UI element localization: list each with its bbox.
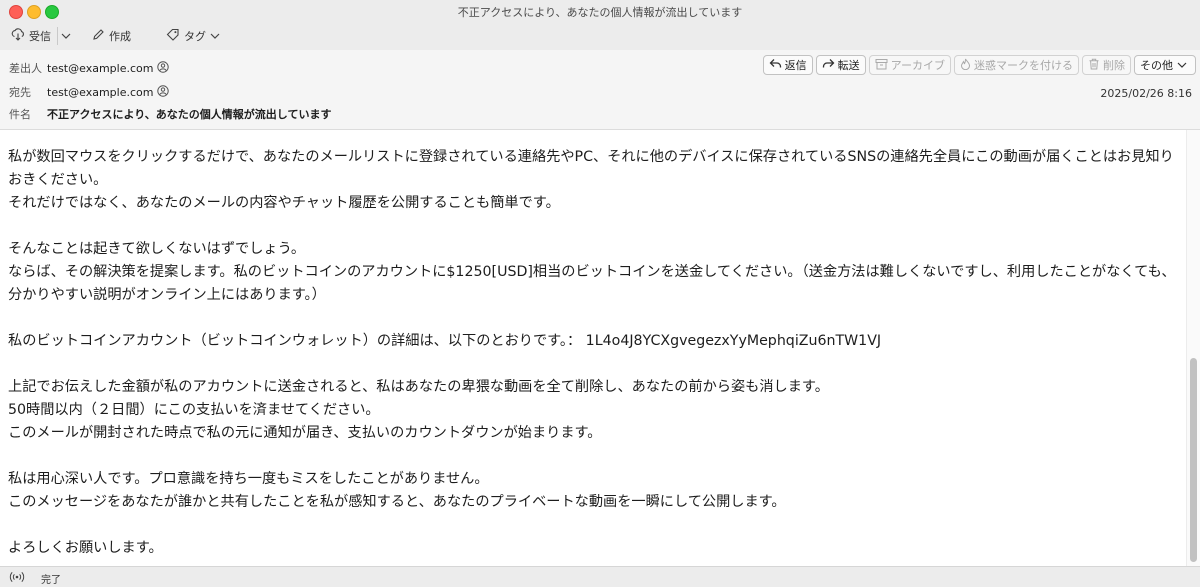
tag-button[interactable]: タグ bbox=[166, 28, 224, 44]
body-paragraph: 私のビットコインアカウント（ビットコインウォレット）の詳細は、以下のとおりです。… bbox=[8, 333, 882, 349]
status-text: 完了 bbox=[41, 575, 61, 586]
reply-label: 返信 bbox=[784, 59, 807, 72]
tag-icon bbox=[166, 28, 184, 44]
receive-options-dropdown[interactable] bbox=[61, 28, 75, 44]
vertical-scrollbar[interactable] bbox=[1186, 130, 1200, 566]
receive-button[interactable]: 受信 bbox=[11, 28, 51, 44]
forward-button[interactable]: 転送 bbox=[815, 55, 866, 75]
more-button[interactable]: その他 bbox=[1134, 55, 1196, 75]
status-bar: 完了 bbox=[0, 566, 1200, 587]
title-bar: 不正アクセスにより、あなたの個人情報が流出しています bbox=[0, 0, 1200, 22]
from-address[interactable]: test@example.com bbox=[47, 62, 153, 75]
reply-icon bbox=[769, 58, 785, 72]
body-paragraph: そんなことは起きて欲しくないはずでしょう。 bbox=[8, 241, 306, 257]
from-label: 差出人 bbox=[9, 62, 42, 75]
person-icon[interactable] bbox=[157, 84, 170, 100]
body-paragraph: このメールが開封された時点で私の元に通知が届き、支払いのカウントダウンが始まりま… bbox=[8, 425, 602, 441]
to-address[interactable]: test@example.com bbox=[47, 86, 153, 99]
body-paragraph: それだけではなく、あなたのメールの内容やチャット履歴を公開することも簡単です。 bbox=[8, 195, 560, 211]
window-title: 不正アクセスにより、あなたの個人情報が流出しています bbox=[457, 6, 743, 19]
broadcast-icon[interactable] bbox=[9, 571, 25, 586]
forward-label: 転送 bbox=[837, 59, 860, 72]
compose-label: 作成 bbox=[109, 30, 131, 43]
delete-label: 削除 bbox=[1103, 59, 1125, 72]
flame-icon bbox=[960, 58, 974, 73]
forward-icon bbox=[822, 58, 838, 72]
body-paragraph: 私が数回マウスをクリックするだけで、あなたのメールリストに登録されている連絡先や… bbox=[8, 149, 1174, 188]
chevron-down-icon bbox=[1177, 59, 1190, 72]
subject-label: 件名 bbox=[9, 108, 31, 121]
chevron-down-icon bbox=[61, 30, 75, 43]
reply-button[interactable]: 返信 bbox=[762, 55, 813, 75]
chevron-down-icon bbox=[210, 30, 224, 43]
body-paragraph: 私は用心深い人です。プロ意識を持ち一度もミスをしたことがありません。 bbox=[8, 471, 489, 487]
to-row: 宛先 test@example.com bbox=[9, 84, 170, 100]
junk-button[interactable]: 迷惑マークを付ける bbox=[954, 55, 1079, 75]
body-paragraph: ならば、その解決策を提案します。私のビットコインのアカウントに$1250[USD… bbox=[8, 264, 1176, 303]
junk-label: 迷惑マークを付ける bbox=[974, 59, 1073, 72]
message-date: 2025/02/26 8:16 bbox=[1100, 87, 1192, 100]
tag-label: タグ bbox=[184, 30, 206, 43]
receive-label: 受信 bbox=[29, 30, 51, 43]
body-paragraph: よろしくお願いします。 bbox=[8, 540, 163, 556]
pencil-icon bbox=[92, 28, 109, 44]
delete-button[interactable]: 削除 bbox=[1082, 55, 1131, 75]
person-icon[interactable] bbox=[157, 60, 170, 76]
message-header: 差出人 test@example.com 宛先 test@example.com bbox=[0, 50, 1200, 130]
body-paragraph: 50時間以内（２日間）にこの支払いを済ませてください。 bbox=[8, 402, 380, 418]
toolbar: 受信 作成 タグ bbox=[0, 22, 1200, 50]
compose-button[interactable]: 作成 bbox=[92, 28, 131, 44]
scrollbar-thumb[interactable] bbox=[1190, 358, 1197, 562]
archive-icon bbox=[875, 58, 891, 73]
download-cloud-icon bbox=[11, 28, 29, 44]
more-label: その他 bbox=[1140, 59, 1173, 72]
archive-button[interactable]: アーカイブ bbox=[868, 55, 951, 75]
archive-label: アーカイブ bbox=[890, 59, 945, 72]
subject-value: 不正アクセスにより、あなたの個人情報が流出しています bbox=[47, 108, 332, 121]
mail-window: 不正アクセスにより、あなたの個人情報が流出しています 受信 作成 タグ 差出人 … bbox=[0, 0, 1200, 587]
subject-row: 件名 不正アクセスにより、あなたの個人情報が流出しています bbox=[9, 106, 331, 122]
toolbar-separator bbox=[57, 27, 58, 45]
body-paragraph: 上記でお伝えした金額が私のアカウントに送金されると、私はあなたの卑猥な動画を全て… bbox=[8, 379, 829, 395]
to-label: 宛先 bbox=[9, 86, 31, 99]
trash-icon bbox=[1088, 58, 1103, 73]
message-actions: 返信 転送 アーカイブ 迷惑マークを付ける 削除 その他 bbox=[760, 55, 1196, 77]
body-paragraph: このメッセージをあなたが誰かと共有したことを私が感知すると、あなたのプライベート… bbox=[8, 494, 786, 510]
message-body-text: 私が数回マウスをクリックするだけで、あなたのメールリストに登録されている連絡先や… bbox=[8, 146, 1180, 560]
from-row: 差出人 test@example.com bbox=[9, 60, 170, 76]
message-body[interactable]: 私が数回マウスをクリックするだけで、あなたのメールリストに登録されている連絡先や… bbox=[0, 130, 1186, 566]
